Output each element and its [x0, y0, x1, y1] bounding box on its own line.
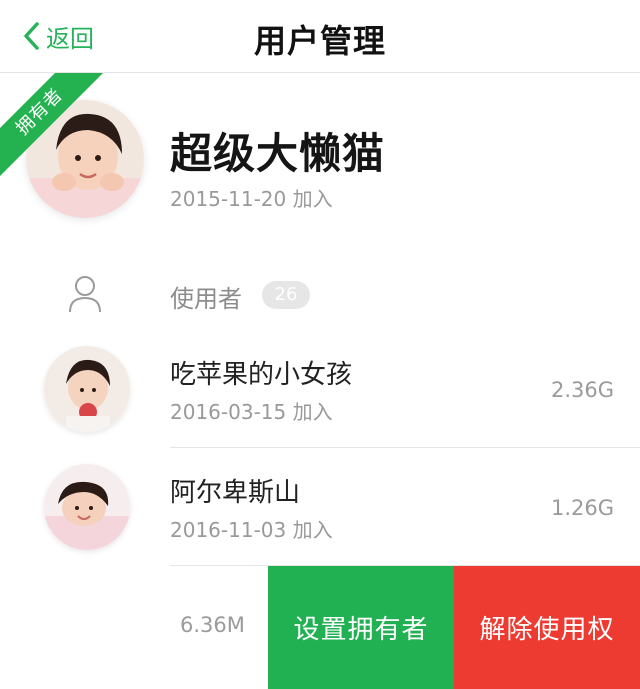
user-icon — [66, 274, 104, 314]
nav-bar: 返回 用户管理 — [0, 0, 640, 73]
user-row[interactable]: 阿尔卑斯山 2016-11-03 加入 1.26G — [0, 448, 640, 566]
user-name: 吃苹果的小女孩 — [170, 360, 353, 390]
owner-joined-date: 2015-11-20 加入 — [170, 187, 333, 211]
user-avatar — [44, 346, 130, 432]
users-section-label: 使用者 — [170, 285, 242, 313]
user-storage-size: 2.36G — [550, 378, 614, 402]
set-owner-button[interactable]: 设置拥有者 — [268, 566, 454, 689]
user-row[interactable]: 吃苹果的小女孩 2016-03-15 加入 2.36G — [0, 330, 640, 448]
users-count-badge: 26 — [262, 281, 310, 309]
user-avatar — [44, 464, 130, 550]
user-name: 阿尔卑斯山 — [170, 478, 301, 508]
user-storage-size: 1.26G — [550, 496, 614, 520]
owner-name: 超级大懒猫 — [170, 129, 386, 178]
user-joined-date: 2016-11-03 加入 — [170, 518, 333, 542]
user-storage-size: 6.36M — [180, 613, 245, 637]
page-title: 用户管理 — [253, 22, 386, 60]
owner-badge: 拥有者 — [0, 73, 109, 181]
swiped-user-row[interactable]: 6.36M 设置拥有者 解除使用权 — [170, 566, 640, 689]
user-joined-date: 2016-03-15 加入 — [170, 400, 333, 424]
revoke-access-button[interactable]: 解除使用权 — [454, 566, 640, 689]
owner-ribbon: 拥有者 — [0, 73, 110, 183]
